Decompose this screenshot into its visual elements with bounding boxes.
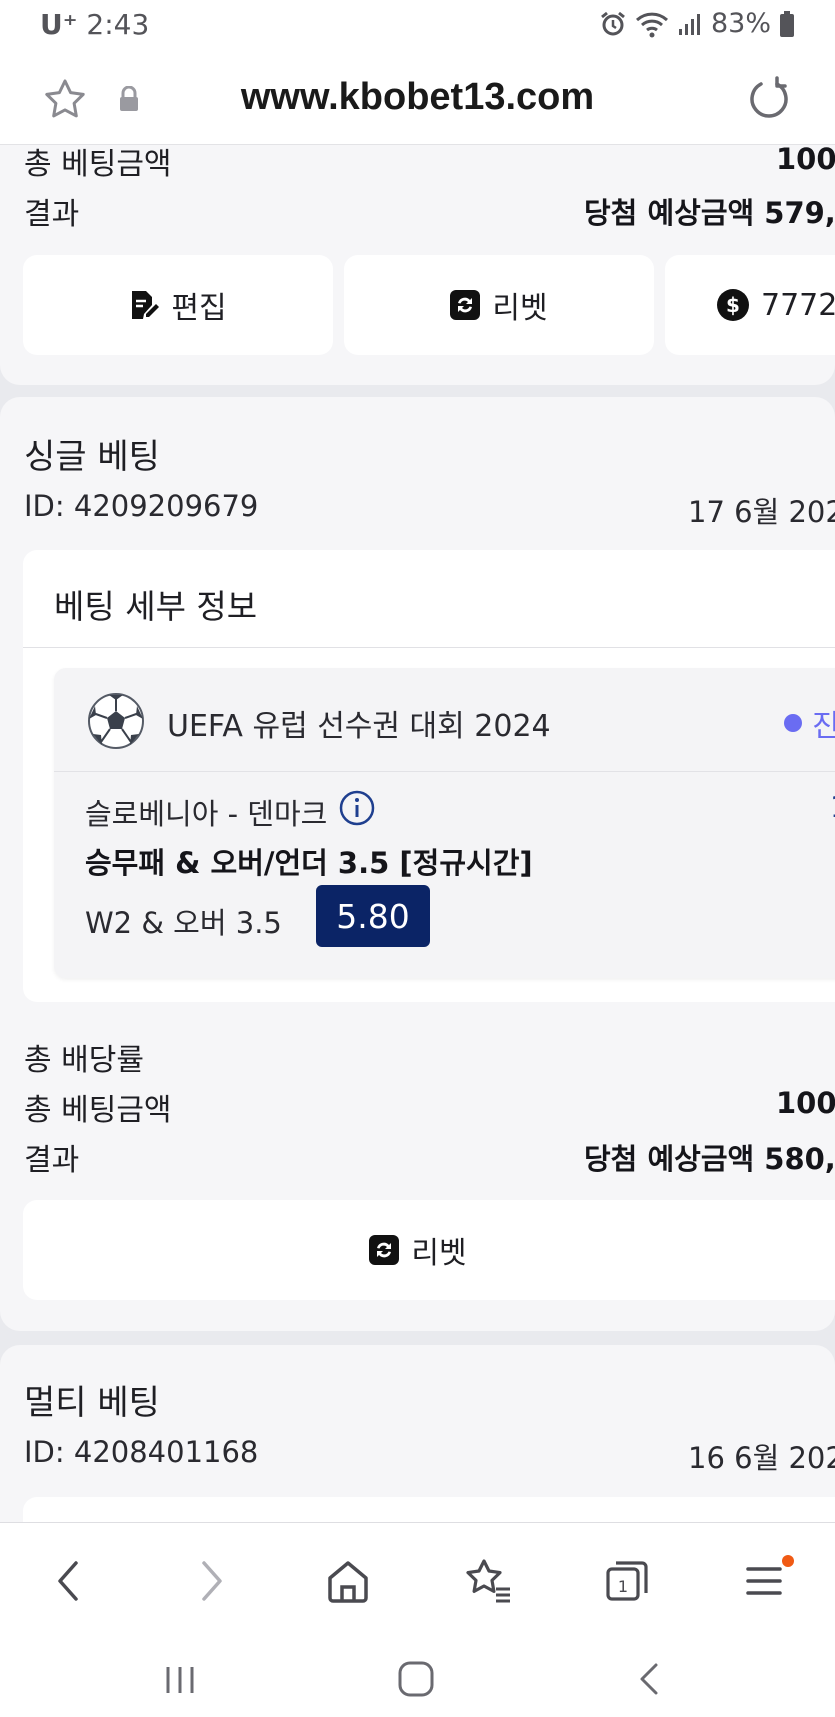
- info-icon[interactable]: [339, 790, 375, 833]
- total-stake-value: 100,: [776, 142, 835, 176]
- selection-name: W2 & 오버 3.5: [85, 906, 282, 940]
- details-divider: [23, 647, 835, 648]
- event-divider: [54, 771, 835, 772]
- edit-doc-icon: [129, 289, 160, 321]
- tabs-button[interactable]: 1: [596, 1551, 656, 1611]
- potential-win-value: 당첨 예상금액 580,: [584, 1142, 835, 1176]
- wifi-icon: [635, 10, 669, 38]
- odds-badge: 5.80: [316, 885, 430, 947]
- single-bet-card: 싱글 베팅 ID: 4209209679 17 6월 202 베팅 세부 정보 …: [0, 397, 835, 1331]
- signal-icon: [677, 11, 703, 37]
- back-system-icon[interactable]: [630, 1659, 670, 1703]
- event-card: UEFA 유럽 선수권 대회 2024 진 슬로베니아 - 덴마크 1 승무패 …: [54, 668, 835, 978]
- result-label: 결과: [24, 1143, 80, 1178]
- url-text[interactable]: www.kbobet13.com: [0, 76, 835, 119]
- bet-date: 17 6월 202: [688, 495, 835, 529]
- status-left: U⁺ 2:43: [40, 8, 149, 41]
- url-bar: www.kbobet13.com: [0, 54, 835, 145]
- back-button[interactable]: [40, 1551, 100, 1611]
- match-row: 슬로베니아 - 덴마크: [85, 790, 375, 833]
- svg-text:$: $: [726, 293, 740, 317]
- status-dot: [784, 714, 802, 732]
- bet-type-title: 싱글 베팅: [24, 437, 160, 477]
- cashout-button[interactable]: $ 7772: [665, 255, 835, 355]
- bet-id: ID: 4209209679: [24, 489, 259, 523]
- status-label: 진: [812, 709, 835, 744]
- bet-date: 16 6월 202: [688, 1441, 835, 1475]
- bet-details-title: 베팅 세부 정보: [54, 587, 258, 626]
- reload-icon[interactable]: [748, 76, 790, 124]
- status-right: 83%: [599, 8, 795, 39]
- match-side: 1: [830, 790, 835, 824]
- battery-percent: 83%: [710, 8, 771, 39]
- total-stake-label: 총 베팅금액: [24, 1093, 172, 1128]
- home-button[interactable]: [318, 1551, 378, 1611]
- total-odds-label: 총 배당률: [24, 1043, 144, 1078]
- recent-apps-icon[interactable]: [160, 1659, 200, 1703]
- rebet-button-label: 리벳: [411, 1236, 467, 1271]
- total-stake-value: 100,: [776, 1086, 835, 1120]
- home-system-icon[interactable]: [394, 1657, 438, 1705]
- rebet-button[interactable]: 리벳: [23, 1200, 835, 1300]
- cashout-amount: 7772: [761, 287, 835, 323]
- bookmarks-button[interactable]: [458, 1551, 518, 1611]
- market-name: 승무패 & 오버/언더 3.5 [정규시간]: [85, 846, 533, 880]
- bet-id: ID: 4208401168: [24, 1435, 259, 1469]
- menu-button[interactable]: [736, 1551, 796, 1611]
- edit-button-label: 편집: [171, 291, 227, 326]
- previous-bet-card: 총 베팅금액 100, 결과 당첨 예상금액 579, 편집 리벳 $ 7772: [0, 142, 835, 385]
- result-label: 결과: [24, 197, 80, 232]
- dollar-coin-icon: $: [717, 289, 749, 321]
- rebet-button-label: 리벳: [492, 291, 548, 326]
- match-name: 슬로베니아 - 덴마크: [85, 796, 328, 831]
- battery-icon: [779, 10, 795, 38]
- rebet-icon: [450, 290, 481, 320]
- league-name: UEFA 유럽 선수권 대회 2024: [167, 709, 551, 744]
- bet-details-box: 베팅 세부 정보 UEFA 유럽 선수권 대회 2024 진 슬로베니아 - 덴…: [23, 550, 835, 1002]
- svg-text:1: 1: [618, 1577, 628, 1596]
- edit-button[interactable]: 편집: [23, 255, 333, 355]
- system-nav-bar: [0, 1647, 835, 1717]
- potential-win-value: 당첨 예상금액 579,: [584, 196, 835, 230]
- rebet-icon: [369, 1235, 400, 1265]
- soccer-ball-icon: [87, 692, 145, 754]
- status-bar: U⁺ 2:43 83%: [0, 0, 835, 54]
- multi-bet-card: 멀티 베팅 ID: 4208401168 16 6월 202: [0, 1345, 835, 1577]
- forward-button[interactable]: [180, 1551, 240, 1611]
- total-stake-label: 총 베팅금액: [24, 147, 172, 182]
- rebet-button[interactable]: 리벳: [344, 255, 654, 355]
- alarm-icon: [599, 10, 627, 38]
- bet-type-title: 멀티 베팅: [24, 1383, 160, 1423]
- carrier-label: U⁺: [40, 8, 78, 41]
- clock: 2:43: [86, 8, 150, 41]
- event-status: 진: [784, 701, 835, 745]
- browser-bottom-nav: 1: [0, 1522, 835, 1648]
